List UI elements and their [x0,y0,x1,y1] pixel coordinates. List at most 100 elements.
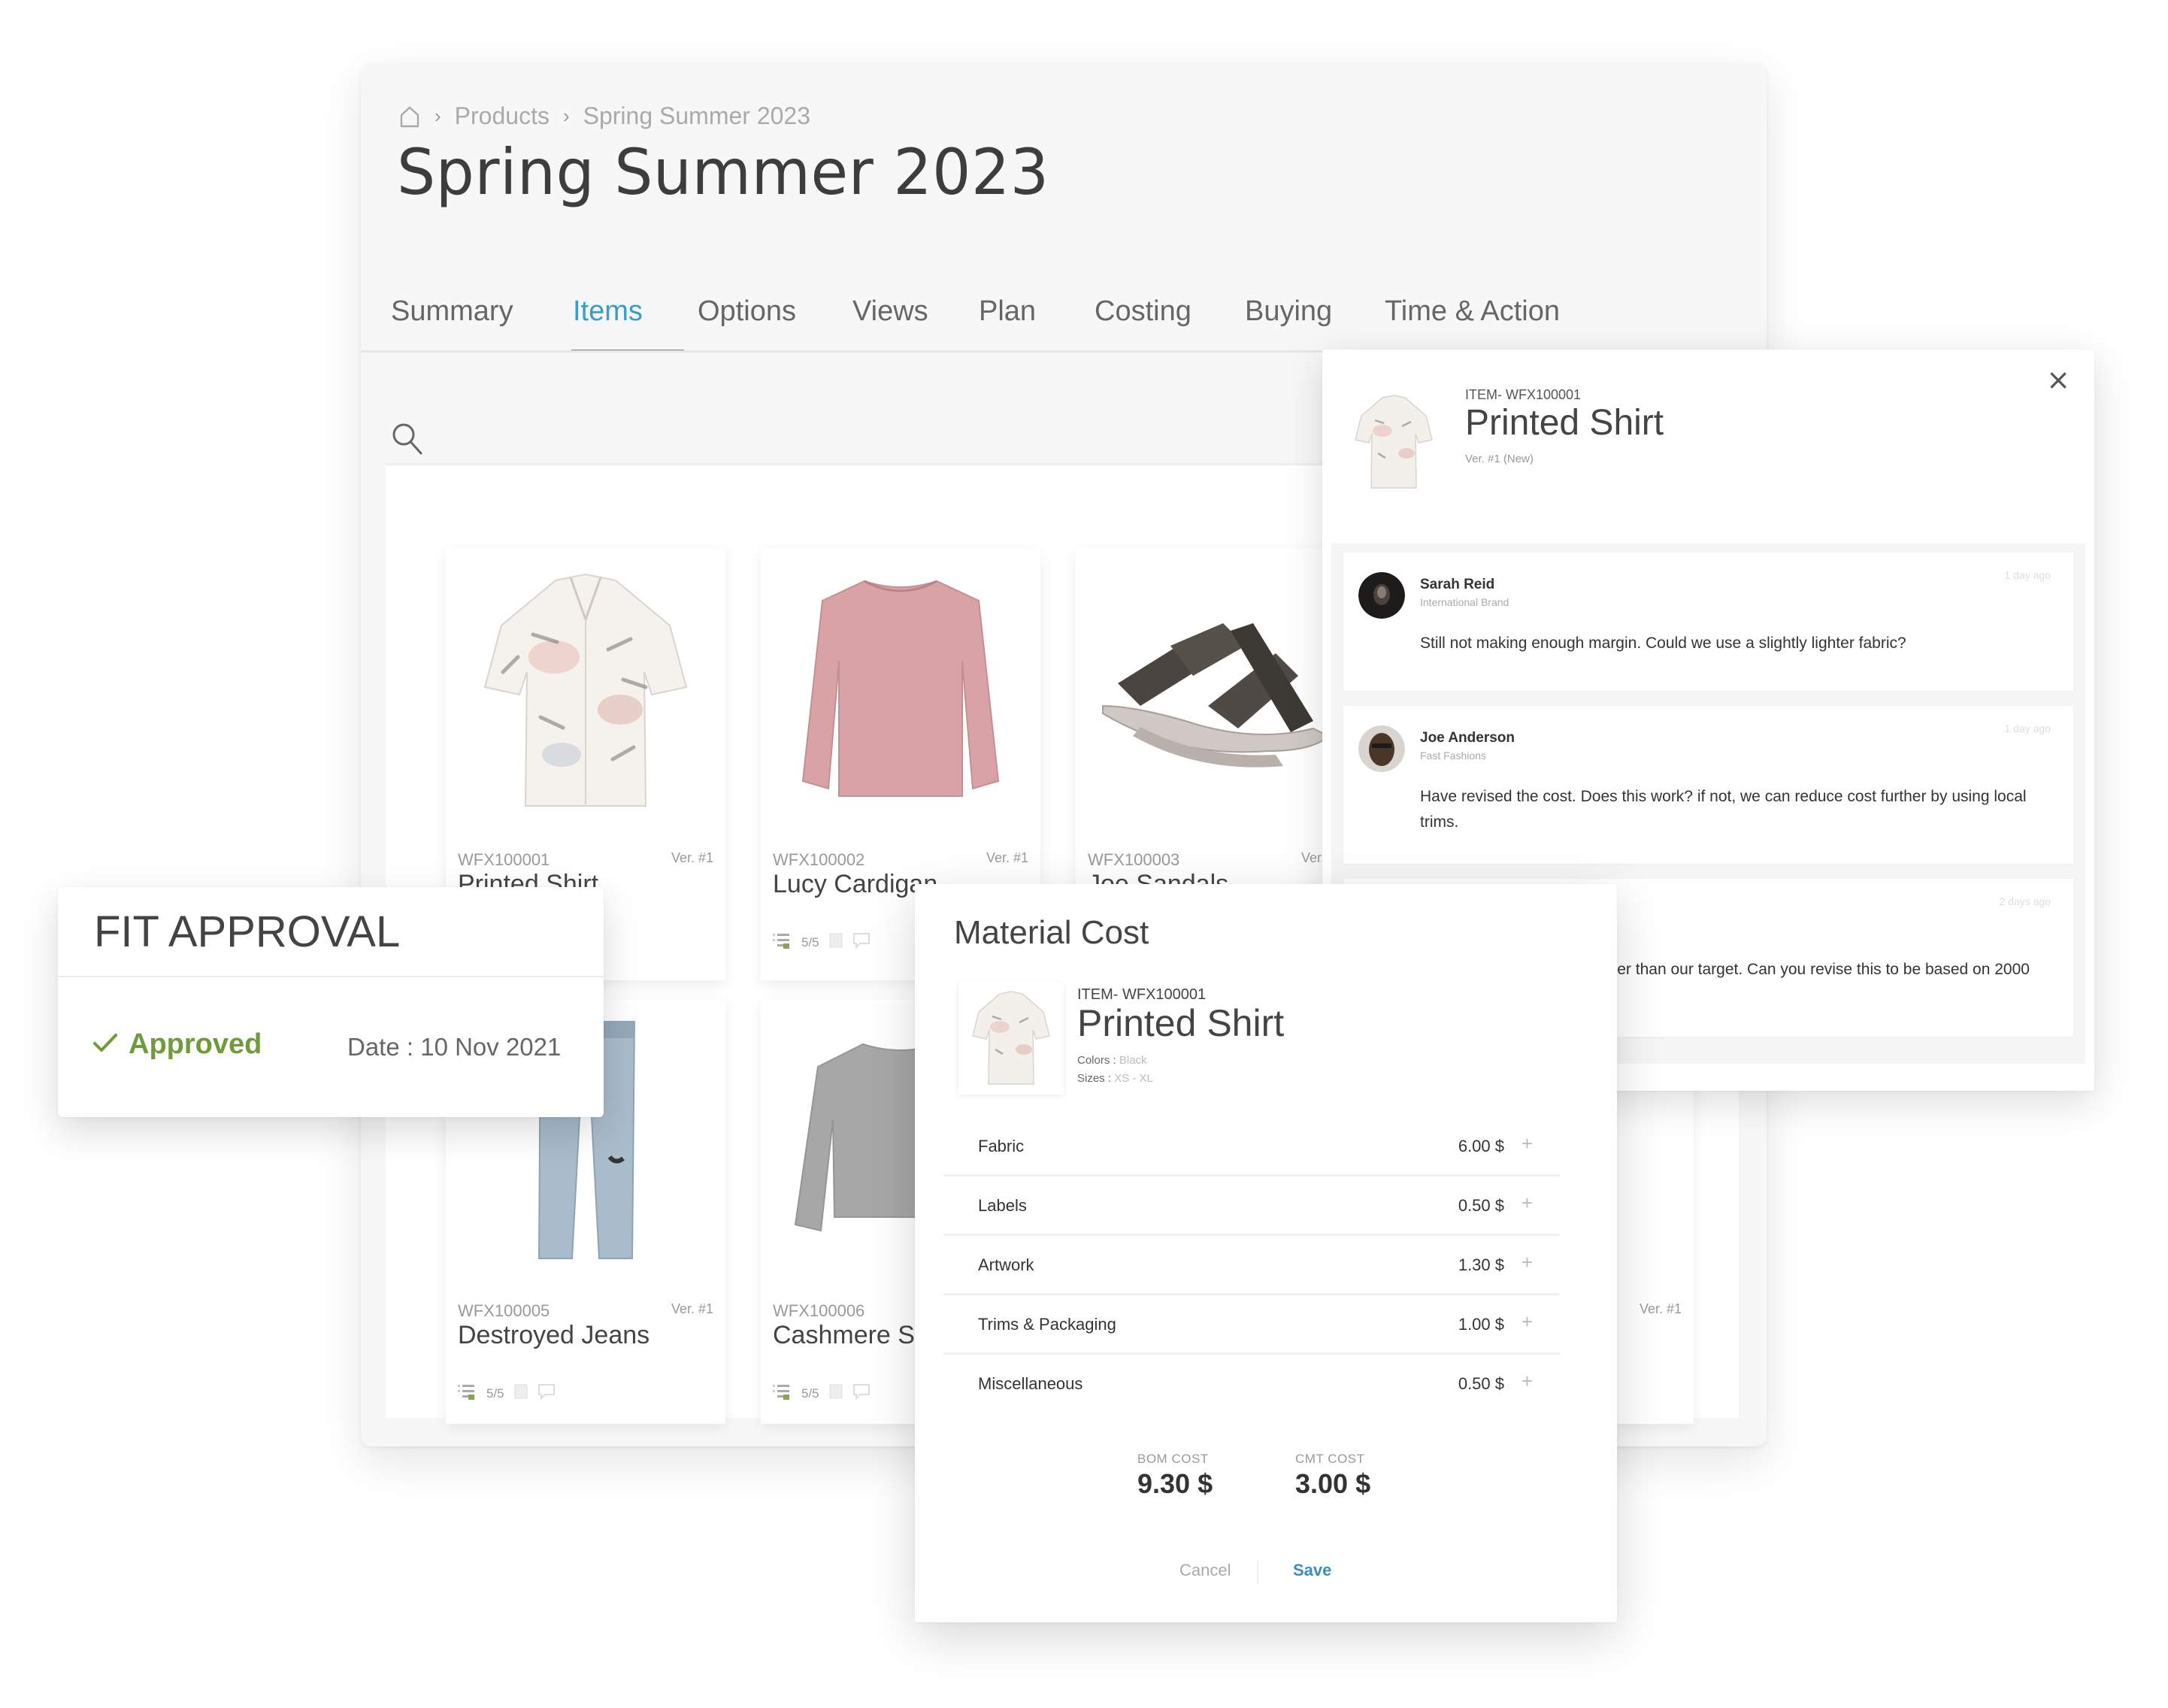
cost-value[interactable]: 1.30 $ [1458,1255,1504,1275]
item-code: ITEM- WFX100001 [1465,387,1582,402]
comment-org: International Brand [1420,596,1509,608]
tab-views[interactable]: Views [845,266,971,356]
bom-cost-value: 9.30 $ [1137,1468,1213,1499]
checklist-progress: 5/5 [486,1385,504,1401]
item-version: Ver. #1 [671,850,713,865]
checklist-progress: 5/5 [801,934,819,949]
item-meta: 5/5 [773,1382,871,1404]
tab-buying[interactable]: Buying [1237,266,1377,356]
document-icon[interactable] [828,1383,843,1404]
cost-label: Artwork [978,1255,1034,1274]
item-thumbnail [958,982,1064,1095]
product-image-sandals [1076,548,1355,834]
colors-value: Black [1119,1054,1147,1067]
item-code: WFX100003 [1088,850,1180,869]
item-version: Ver. #1 [671,1301,713,1316]
colors-label: Colors : [1077,1054,1116,1067]
comment-time: 2 days ago [1999,895,2051,907]
comment-icon[interactable] [852,932,871,952]
cost-value[interactable]: 0.50 $ [1458,1196,1504,1216]
cancel-button[interactable]: Cancel [1179,1561,1231,1580]
item-name: Printed Shirt [1077,1002,1285,1044]
plus-icon[interactable]: + [1522,1132,1533,1155]
divider [58,976,604,977]
item-code: WFX100002 [773,850,865,869]
plus-icon[interactable]: + [1522,1310,1533,1334]
cost-label: Fabric [978,1137,1025,1155]
comment-text: Have revised the cost. Does this work? i… [1420,788,2027,831]
cmt-cost-label: CMT COST [1295,1452,1365,1466]
item-meta: 5/5 [458,1382,556,1404]
tab-summary[interactable]: Summary [391,266,565,356]
bom-cost-label: BOM COST [1137,1452,1209,1466]
item-code: WFX100001 [458,850,550,869]
item-sizes: Sizes : XS - XL [1077,1072,1153,1085]
cost-row-fabric: Fabric 6.00 $ + [943,1117,1560,1177]
comment: Sarah Reid International Brand 1 day ago… [1343,553,2073,691]
divider [1257,1561,1258,1583]
sizes-label: Sizes : [1077,1072,1112,1085]
document-icon[interactable] [828,932,843,952]
tab-items[interactable]: Items [565,266,690,356]
breadcrumb: › Products › Spring Summer 2023 [398,102,810,130]
chevron-right-icon: › [562,104,570,127]
item-code: WFX100005 [458,1301,550,1320]
search-icon[interactable] [391,422,424,460]
avatar [1358,572,1405,619]
item-meta: 5/5 [773,931,871,953]
comment-author: Joe Anderson [1420,730,1515,746]
comment-icon[interactable] [537,1383,556,1404]
approval-date: Date : 10 Nov 2021 [347,1033,562,1061]
cost-row-artwork: Artwork 1.30 $ + [943,1236,1560,1295]
bom-cost: BOM COST 9.30 $ [1137,1452,1213,1500]
item-version: Ver. #1 (New) [1465,453,1534,465]
item-name[interactable]: Cashmere Sv [773,1321,928,1350]
item-thumbnail [1352,393,1435,491]
approval-status: Approved [92,1028,262,1061]
checklist-progress: 5/5 [801,1385,819,1401]
item-name: Printed Shirt [1465,403,1664,443]
plus-icon[interactable]: + [1522,1251,1533,1274]
document-icon[interactable] [513,1383,528,1404]
tab-options[interactable]: Options [690,266,845,356]
comment-text: Still not making enough margin. Could we… [1420,634,1906,652]
cost-row-labels: Labels 0.50 $ + [943,1177,1560,1236]
item-name[interactable]: Destroyed Jeans [458,1321,649,1350]
plus-icon[interactable]: + [1522,1192,1533,1215]
chevron-right-icon: › [435,104,441,127]
tab-bar: Summary Items Options Views Plan Costing… [391,266,1767,356]
item-version: Ver. #1 [986,850,1028,865]
comment-time: 1 day ago [2004,722,2051,734]
close-icon[interactable]: × [2046,363,2070,396]
save-button[interactable]: Save [1293,1561,1331,1580]
checklist-icon [458,1382,477,1404]
tab-plan[interactable]: Plan [971,266,1087,356]
item-colors: Colors : Black [1077,1054,1147,1067]
comment: Joe Anderson Fast Fashions 1 day ago Hav… [1343,706,2073,864]
fit-approval-title: FIT APPROVAL [94,907,401,956]
material-cost-panel: Material Cost ITEM- WFX100001 Printed Sh… [915,884,1617,1622]
fit-approval-panel: FIT APPROVAL Approved Date : 10 Nov 2021 [58,887,604,1117]
cost-list: Fabric 6.00 $ + Labels 0.50 $ + Artwork … [943,1117,1560,1414]
checklist-icon [773,1382,792,1404]
cost-label: Trims & Packaging [978,1315,1116,1334]
breadcrumb-products[interactable]: Products [455,102,550,130]
avatar [1358,725,1405,772]
home-icon[interactable] [398,104,421,129]
cost-value[interactable]: 0.50 $ [1458,1374,1504,1394]
checklist-icon [773,931,792,953]
material-cost-title: Material Cost [954,914,1149,951]
item-name[interactable]: Lucy Cardigan [773,870,937,899]
cost-value[interactable]: 1.00 $ [1458,1315,1504,1334]
item-code: WFX100006 [773,1301,865,1320]
tab-time-action[interactable]: Time & Action [1377,266,1588,356]
cmt-cost-value: 3.00 $ [1295,1468,1371,1499]
breadcrumb-current: Spring Summer 2023 [583,102,810,129]
cost-label: Miscellaneous [978,1374,1083,1393]
plus-icon[interactable]: + [1522,1370,1533,1393]
product-image-cardigan [761,548,1040,834]
cost-value[interactable]: 6.00 $ [1458,1137,1504,1156]
tab-costing[interactable]: Costing [1087,266,1237,356]
comment-icon[interactable] [852,1383,871,1404]
cost-row-trims-packaging: Trims & Packaging 1.00 $ + [943,1295,1560,1355]
